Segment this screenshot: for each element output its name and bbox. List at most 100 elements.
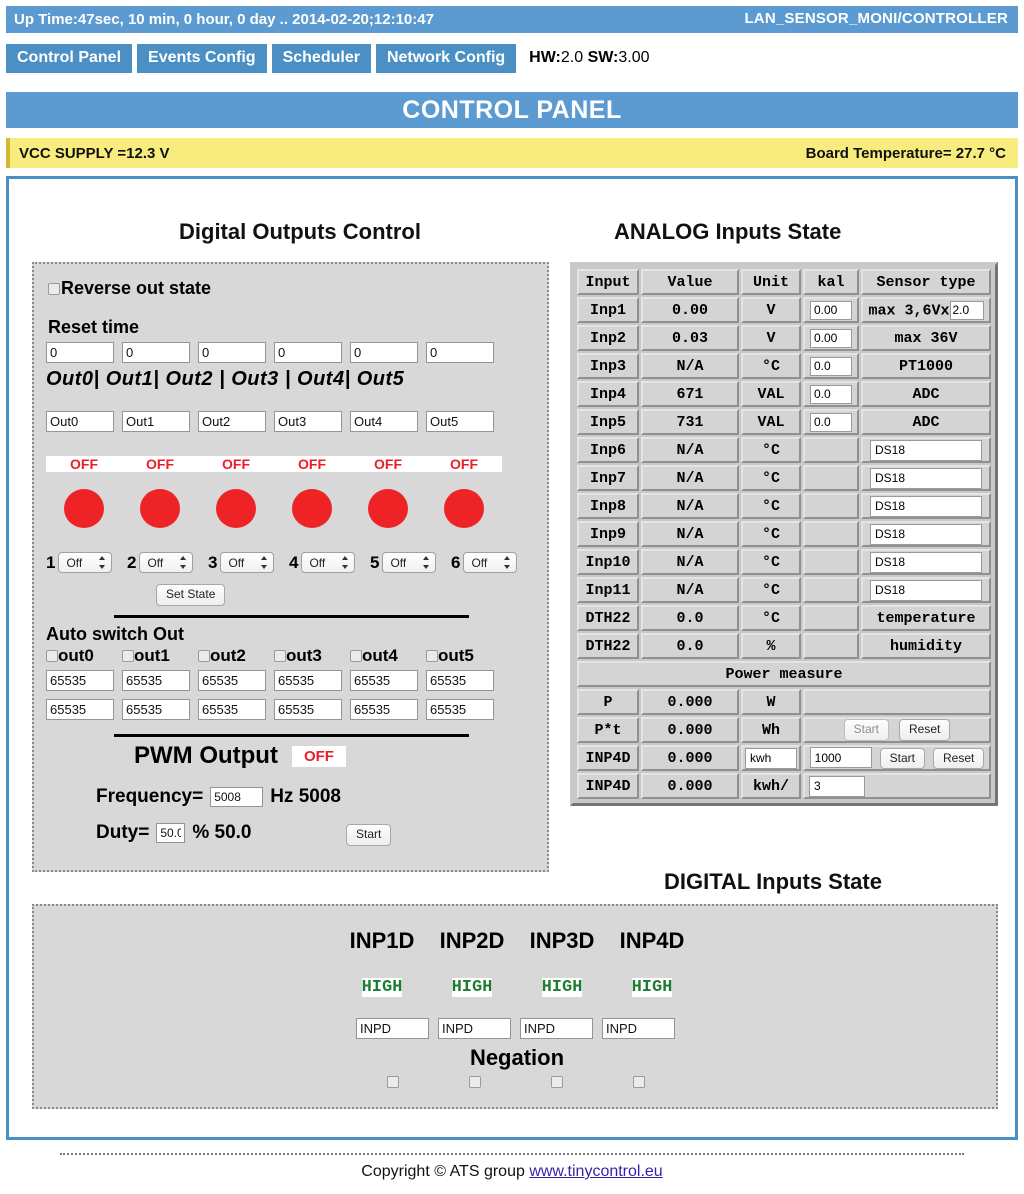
inp4d-start-button[interactable]: Start: [879, 747, 925, 770]
analog-input-name-4: Inp5: [577, 409, 639, 435]
analog-sensor-input-5[interactable]: [870, 439, 982, 461]
auto-switch-on-input-3[interactable]: [274, 670, 342, 691]
selector-number-3: 3: [208, 552, 218, 572]
inp4d-pulses-input[interactable]: [809, 747, 872, 768]
digital-input-label-input-0[interactable]: [356, 1018, 429, 1039]
analog-sensor-cell-10[interactable]: [861, 577, 991, 603]
vcc-supply-value: VCC SUPPLY =12.3 V: [19, 144, 170, 162]
output-select-5[interactable]: Off: [382, 552, 437, 573]
analog-sensor-input-7[interactable]: [870, 495, 982, 517]
tab-network-config[interactable]: Network Config: [375, 43, 517, 73]
pwm-duty-label: Duty=: [96, 822, 150, 843]
analog-value-9: N/A: [641, 549, 739, 575]
auto-switch-on-input-4[interactable]: [350, 670, 418, 691]
auto-switch-on-input-2[interactable]: [198, 670, 266, 691]
digital-input-label-input-2[interactable]: [520, 1018, 593, 1039]
power-measure-row: P 0.000 W: [577, 689, 991, 715]
pwm-frequency-input[interactable]: [210, 787, 264, 807]
analog-kal-cell-0[interactable]: [803, 297, 859, 323]
power-unit-input-2[interactable]: [745, 747, 797, 769]
auto-switch-checkbox-out1[interactable]: [122, 650, 134, 662]
analog-sensor-input-9[interactable]: [870, 551, 982, 573]
output-name-input-2[interactable]: [198, 411, 266, 432]
auto-switch-checkbox-row: out0 out1 out2 out3 out4 out5: [46, 646, 502, 666]
analog-kal-input-3[interactable]: [810, 384, 852, 404]
auto-switch-off-input-5[interactable]: [426, 699, 494, 720]
negation-checkbox-2[interactable]: [550, 1076, 563, 1088]
reset-time-input-5[interactable]: [426, 342, 494, 363]
power-pt-start-button[interactable]: Start: [843, 719, 889, 741]
reset-time-input-4[interactable]: [350, 342, 418, 363]
auto-switch-checkbox-out0[interactable]: [46, 650, 58, 662]
auto-switch-off-input-3[interactable]: [274, 699, 342, 720]
reverse-out-state-checkbox[interactable]: [48, 282, 60, 295]
power-pt-reset-button[interactable]: Reset: [898, 719, 951, 741]
power-unit-cell-2[interactable]: [741, 745, 801, 772]
analog-sensor-cell-6[interactable]: [861, 465, 991, 491]
auto-switch-on-input-5[interactable]: [426, 670, 494, 691]
output-select-1[interactable]: Off: [58, 552, 113, 573]
reverse-out-state-label: Reverse out state: [61, 278, 212, 298]
analog-kal-cell-4[interactable]: [803, 409, 859, 435]
auto-switch-checkbox-out4[interactable]: [350, 650, 362, 662]
auto-switch-on-input-1[interactable]: [122, 670, 190, 691]
analog-sensor-input-6[interactable]: [870, 467, 982, 489]
pwm-title-row: PWM Output OFF: [134, 742, 346, 770]
inp4d-divider-input[interactable]: [809, 775, 865, 797]
output-select-6[interactable]: Off: [463, 552, 518, 573]
auto-switch-checkbox-out3[interactable]: [274, 650, 286, 662]
pwm-start-button[interactable]: Start: [346, 824, 392, 846]
power-measure-row: INP4D 0.000 kwh/: [577, 773, 991, 800]
output-select-2[interactable]: Off: [139, 552, 194, 573]
tinycontrol-link[interactable]: www.tinycontrol.eu: [529, 1163, 662, 1180]
digital-input-label-input-1[interactable]: [438, 1018, 511, 1039]
output-name-input-0[interactable]: [46, 411, 114, 432]
analog-sensor-input-8[interactable]: [870, 523, 982, 545]
auto-switch-checkbox-out5[interactable]: [426, 650, 438, 662]
reset-time-input-0[interactable]: [46, 342, 114, 363]
auto-switch-checkbox-out2[interactable]: [198, 650, 210, 662]
output-select-3[interactable]: Off: [220, 552, 275, 573]
analog-kal-input-2[interactable]: [810, 356, 852, 376]
analog-sensor-input-10[interactable]: [870, 579, 982, 601]
tab-scheduler[interactable]: Scheduler: [271, 43, 371, 73]
reset-time-input-3[interactable]: [274, 342, 342, 363]
pwm-duty-input[interactable]: [156, 823, 186, 843]
auto-switch-off-input-4[interactable]: [350, 699, 418, 720]
out-header-4: Out4|: [297, 368, 351, 390]
analog-sensor-cell-8[interactable]: [861, 521, 991, 547]
output-name-input-4[interactable]: [350, 411, 418, 432]
tab-events-config[interactable]: Events Config: [137, 43, 267, 73]
output-name-input-5[interactable]: [426, 411, 494, 432]
tab-control-panel[interactable]: Control Panel: [6, 43, 133, 73]
analog-kal-cell-1[interactable]: [803, 325, 859, 351]
set-state-button[interactable]: Set State: [156, 584, 226, 606]
analog-kal-input-0[interactable]: [810, 300, 852, 320]
power-measure-header: Power measure: [577, 661, 991, 687]
reset-time-input-2[interactable]: [198, 342, 266, 363]
analog-kal-input-4[interactable]: [810, 412, 852, 432]
analog-sensor-cell-7[interactable]: [861, 493, 991, 519]
negation-checkbox-3[interactable]: [632, 1076, 645, 1088]
power-unit-cell-0: W: [741, 689, 801, 715]
negation-checkbox-1[interactable]: [468, 1076, 481, 1088]
output-name-input-1[interactable]: [122, 411, 190, 432]
digital-input-label-input-3[interactable]: [602, 1018, 675, 1039]
output-select-4[interactable]: Off: [301, 552, 356, 573]
inp4d-reset-button[interactable]: Reset: [932, 747, 985, 770]
output-name-input-3[interactable]: [274, 411, 342, 432]
digital-input-labels-row: [356, 1018, 675, 1039]
analog-sensor-multiplier-input-0[interactable]: [949, 300, 984, 320]
analog-sensor-cell-5[interactable]: [861, 437, 991, 463]
analog-sensor-cell-9[interactable]: [861, 549, 991, 575]
auto-switch-off-input-1[interactable]: [122, 699, 190, 720]
auto-switch-off-input-2[interactable]: [198, 699, 266, 720]
analog-value-0: 0.00: [641, 297, 739, 323]
analog-kal-cell-2[interactable]: [803, 353, 859, 379]
auto-switch-off-input-0[interactable]: [46, 699, 114, 720]
reset-time-input-1[interactable]: [122, 342, 190, 363]
auto-switch-on-input-0[interactable]: [46, 670, 114, 691]
negation-checkbox-0[interactable]: [386, 1076, 399, 1088]
analog-kal-input-1[interactable]: [810, 328, 852, 348]
analog-kal-cell-3[interactable]: [803, 381, 859, 407]
